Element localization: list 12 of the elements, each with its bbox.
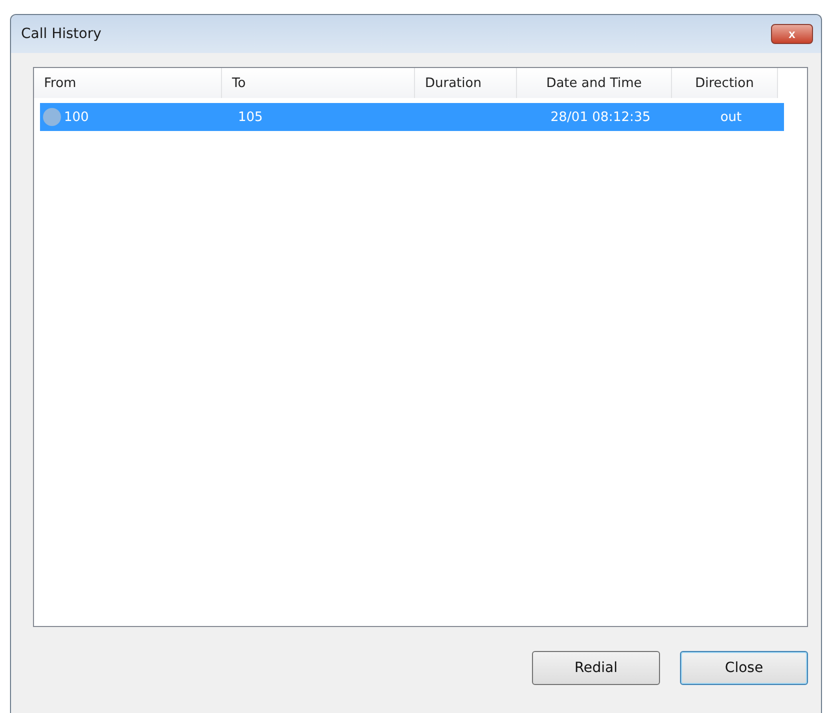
table-cell: 105 — [228, 103, 421, 131]
table-cell: out — [678, 103, 784, 131]
dialog-button[interactable]: Redial — [532, 651, 660, 685]
column-header[interactable]: Duration — [415, 68, 517, 98]
table-cell: 28/01 08:12:35 — [523, 103, 678, 131]
window-title: Call History — [21, 26, 102, 42]
column-header[interactable]: From — [34, 68, 222, 98]
column-header[interactable]: To — [222, 68, 415, 98]
table-cell: 100 — [40, 103, 228, 131]
column-header[interactable]: Direction — [672, 68, 778, 98]
dialog-button[interactable]: Close — [680, 651, 808, 685]
column-header[interactable]: Date and Time — [517, 68, 672, 98]
